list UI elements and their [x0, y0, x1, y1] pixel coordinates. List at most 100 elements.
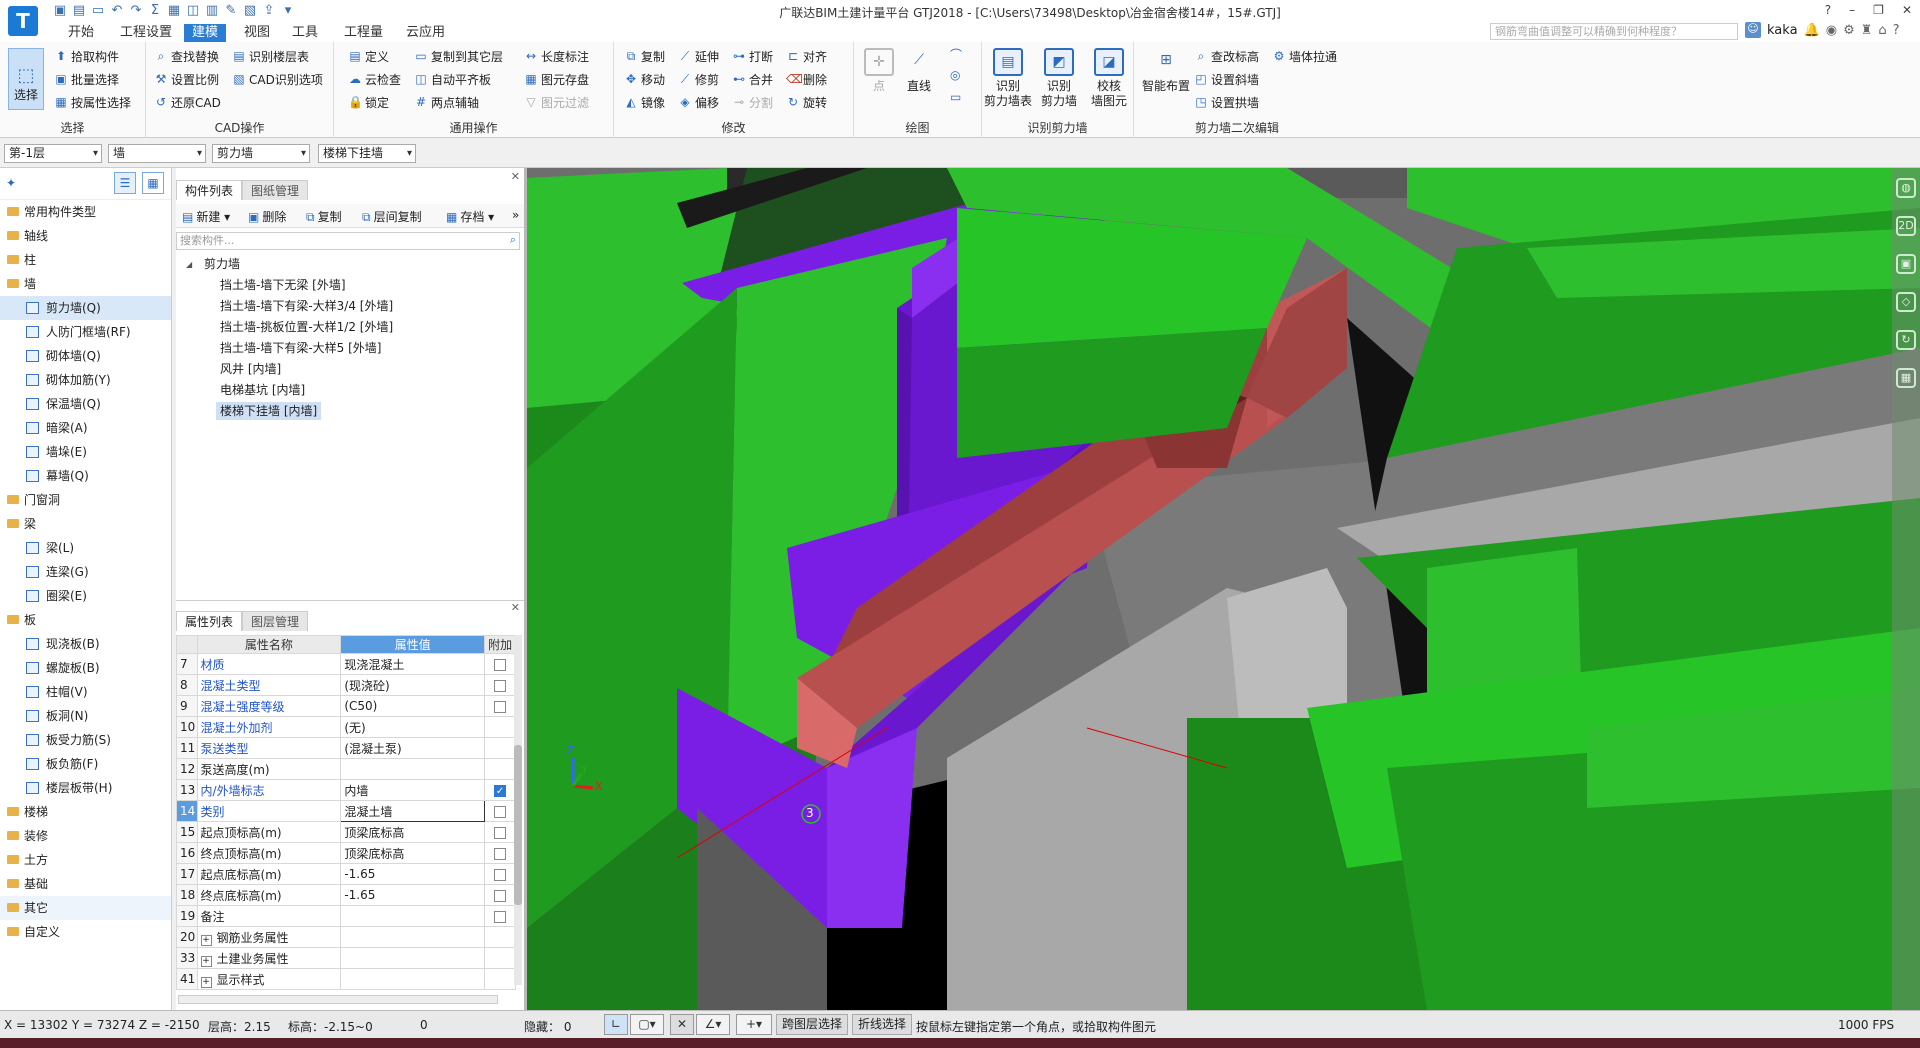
home-icon[interactable]: ⌂ — [1878, 23, 1886, 38]
cloud-check-button[interactable]: ☁ 云检查 — [348, 69, 401, 89]
property-row[interactable]: 17 起点底标高(m) -1.65 — [176, 863, 516, 885]
property-value[interactable]: (现浇砼) — [340, 674, 486, 696]
property-row[interactable]: 9 混凝土强度等级 (C50) — [176, 695, 516, 717]
property-row[interactable]: 11 泵送类型 (混凝土泵) — [176, 737, 516, 759]
change-elevation-button[interactable]: ⌕ 查改标高 — [1194, 46, 1259, 66]
attach-checkbox[interactable] — [494, 805, 507, 818]
notification-icon[interactable]: 🔔 — [1804, 23, 1820, 38]
rect-icon[interactable]: ▭ — [950, 90, 961, 104]
group-label-modify[interactable]: 修改 — [614, 119, 853, 136]
3d-viewport[interactable]: 3 Z Y X ◍ 2D ▣ ◇ ↻ ▦ — [527, 168, 1920, 1010]
nav-category[interactable]: 墙 — [0, 272, 171, 296]
trim-button[interactable]: ⟋ 修剪 — [678, 69, 719, 89]
auto-align-slab-button[interactable]: ◫ 自动平齐板 — [414, 69, 491, 89]
property-value[interactable] — [340, 947, 486, 969]
property-row[interactable]: 15 起点顶标高(m) 顶梁底标高 — [176, 821, 516, 843]
nav-item[interactable]: 剪力墙(Q) — [0, 296, 171, 320]
group-label-select[interactable]: 选择 — [0, 119, 145, 136]
split-button[interactable]: ⊸ 分割 — [732, 92, 773, 112]
property-row[interactable]: 12 泵送高度(m) — [176, 758, 516, 780]
property-value[interactable]: 混凝土墙 — [340, 800, 486, 822]
property-row[interactable]: 13 内/外墙标志 内墙 ✓ — [176, 779, 516, 801]
nav-item[interactable]: 暗梁(A) — [0, 416, 171, 440]
scroll-thumb[interactable] — [514, 745, 522, 905]
property-value[interactable]: 现浇混凝土 — [340, 653, 486, 675]
point-draw-button[interactable]: ✛ 点 — [864, 48, 894, 94]
grid-view-icon[interactable]: ▦ — [142, 172, 164, 194]
menu-tab[interactable]: 云应用 — [398, 24, 453, 42]
property-row[interactable]: 7 材质 现浇混凝土 — [176, 653, 516, 675]
property-value[interactable]: (混凝土泵) — [340, 737, 486, 759]
nav-item[interactable]: 幕墙(Q) — [0, 464, 171, 488]
header-attach[interactable]: 附加 — [484, 635, 516, 654]
smart-layout-button[interactable]: ⊞ 智能布置 — [1140, 48, 1192, 94]
close-icon[interactable]: ✕ — [511, 170, 520, 183]
nav-item[interactable]: 圈梁(E) — [0, 584, 171, 608]
search-icon[interactable]: ⌕ — [510, 233, 516, 247]
property-horizontal-scrollbar[interactable] — [178, 995, 498, 1004]
nav-category[interactable]: 土方 — [0, 848, 171, 872]
list-view-icon[interactable]: ☰ — [114, 172, 136, 194]
break-button[interactable]: ⊶ 打断 — [732, 46, 773, 66]
component-item[interactable]: 楼梯下挂墙 [内墙] — [176, 401, 524, 422]
tab-drawing-management[interactable]: 图纸管理 — [242, 180, 309, 200]
recognize-wall-button[interactable]: ◩ 识别 剪力墙 — [1034, 48, 1084, 109]
component-item[interactable]: 挡土墙-墙下无梁 [外墙] — [176, 275, 524, 296]
set-slant-wall-button[interactable]: ◰ 设置斜墙 — [1194, 69, 1259, 89]
nav-category[interactable]: 轴线 — [0, 224, 171, 248]
chat-icon[interactable]: ◉ — [1826, 23, 1837, 38]
merge-button[interactable]: ⊷ 合并 — [732, 69, 773, 89]
nav-item[interactable]: 板洞(N) — [0, 704, 171, 728]
copy-button[interactable]: ⧉ 复制 — [624, 46, 665, 66]
set-arch-wall-button[interactable]: ◳ 设置拱墙 — [1194, 92, 1259, 112]
align-button[interactable]: ⊏ 对齐 — [786, 46, 827, 66]
archive-button[interactable]: ▦ 存档 ▾ — [446, 208, 494, 225]
restore-icon[interactable]: ❐ — [1873, 3, 1884, 17]
menu-tab[interactable]: 开始 — [60, 24, 102, 42]
property-value[interactable] — [340, 968, 486, 990]
property-value[interactable]: 顶梁底标高 — [340, 842, 486, 864]
new-component-button[interactable]: ▤ 新建 ▾ — [182, 208, 230, 225]
header-property-name[interactable]: 属性名称 — [196, 635, 342, 654]
property-value[interactable]: -1.65 — [340, 863, 486, 885]
cube-view-icon[interactable]: ◇ — [1896, 292, 1916, 312]
move-button[interactable]: ✥ 移动 — [624, 69, 665, 89]
layout-icon[interactable]: ▦ — [1896, 368, 1916, 388]
nav-item[interactable]: 板负筋(F) — [0, 752, 171, 776]
recognize-floor-table-button[interactable]: ▤ 识别楼层表 — [232, 46, 309, 66]
property-row[interactable]: 14 类别 混凝土墙 — [176, 800, 516, 822]
property-value[interactable]: (无) — [340, 716, 486, 738]
nav-category[interactable]: 门窗洞 — [0, 488, 171, 512]
nav-item[interactable]: 砌体加筋(Y) — [0, 368, 171, 392]
attach-checkbox[interactable] — [494, 868, 507, 881]
nav-category[interactable]: 柱 — [0, 248, 171, 272]
minimize-icon[interactable]: – — [1849, 3, 1855, 17]
app-logo[interactable]: T — [8, 6, 38, 36]
wall-pull-through-button[interactable]: ⚙ 墙体拉通 — [1272, 46, 1337, 66]
attach-checkbox[interactable] — [494, 847, 507, 860]
set-scale-button[interactable]: ⚒ 设置比例 — [154, 69, 219, 89]
component-item[interactable]: 挡土墙-挑板位置-大样1/2 [外墙] — [176, 317, 524, 338]
property-value[interactable] — [340, 926, 486, 948]
two-point-axis-button[interactable]: # 两点辅轴 — [414, 92, 479, 112]
floor-select[interactable]: 第-1层 — [4, 144, 102, 163]
user-avatar-icon[interactable]: ☺ — [1745, 22, 1761, 38]
attach-checkbox[interactable] — [494, 658, 507, 671]
offset-input-icon[interactable]: +▾ — [736, 1014, 772, 1035]
property-value[interactable]: (C50) — [340, 695, 486, 717]
nav-item[interactable]: 螺旋板(B) — [0, 656, 171, 680]
settings-icon[interactable]: ⚙ — [1843, 23, 1855, 38]
element-filter-button[interactable]: ▽ 图元过滤 — [524, 92, 589, 112]
3d-view-icon[interactable]: ▣ — [1896, 254, 1916, 274]
attach-checkbox[interactable] — [494, 910, 507, 923]
nav-item[interactable]: 现浇板(B) — [0, 632, 171, 656]
property-value[interactable]: -1.65 — [340, 884, 486, 906]
help-icon[interactable]: ? — [1825, 3, 1831, 17]
property-row[interactable]: 18 终点底标高(m) -1.65 — [176, 884, 516, 906]
attach-checkbox[interactable] — [494, 700, 507, 713]
close-icon[interactable]: ✕ — [1902, 3, 1912, 17]
more-icon[interactable]: » — [512, 208, 519, 222]
attach-checkbox[interactable] — [494, 826, 507, 839]
cad-options-button[interactable]: ▧ CAD识别选项 — [232, 69, 323, 89]
nav-category[interactable]: 自定义 — [0, 920, 171, 944]
